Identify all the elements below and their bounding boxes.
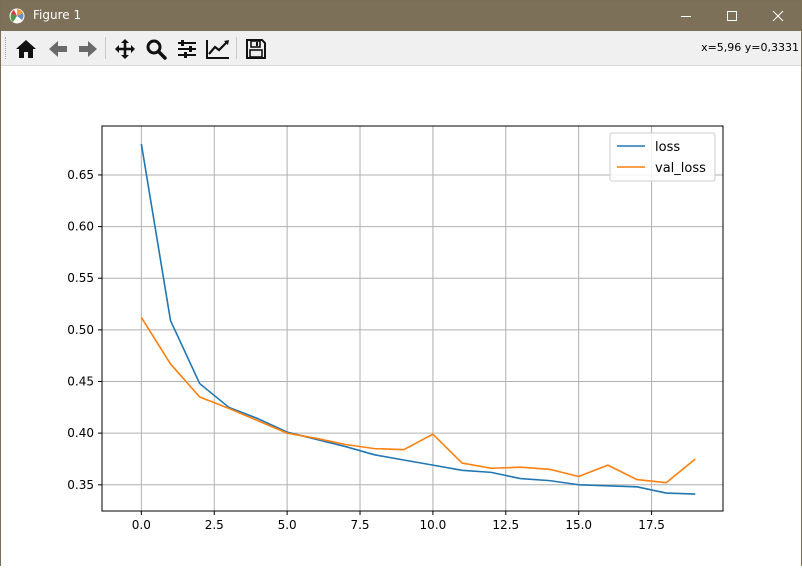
pan-button[interactable] [112,36,138,62]
toolbar-separator [105,37,106,59]
pan-icon [115,39,135,59]
zoom-button[interactable] [143,36,169,62]
x-tick-label: 0.0 [132,518,151,532]
y-tick-label: 0.60 [67,220,94,234]
plot-frame [101,125,724,512]
x-tick-label: 12.5 [492,518,519,532]
edit-axis-button[interactable] [205,36,231,62]
back-icon [49,41,67,57]
minimize-icon [681,16,691,17]
maximize-button[interactable] [709,1,755,31]
save-icon [246,39,266,59]
maximize-icon [727,11,737,21]
x-tick-label: 2.5 [205,518,224,532]
legend-label: val_loss [655,161,706,176]
y-tick-label: 0.55 [67,271,94,285]
legend-label: loss [655,140,680,155]
x-tick-label: 17.5 [638,518,665,532]
figure-canvas[interactable]: 0.0 2.5 5.0 7.5 10.0 12.5 15.0 17.5 0.35 0.40 0.45… [1,66,801,566]
forward-button[interactable] [75,36,101,62]
navigation-toolbar: x=5,96 y=0,3331 [1,31,801,66]
y-tick-label: 0.45 [67,374,94,388]
y-tick-label: 0.65 [67,168,94,182]
title-bar: Figure 1 [1,1,801,31]
home-icon [16,40,36,58]
y-tick-label: 0.35 [67,478,94,492]
toolbar-separator [236,37,237,59]
window-title: Figure 1 [33,8,82,22]
edit-axis-icon [206,40,229,59]
series-line-val-loss [140,317,696,484]
subplots-button[interactable] [174,36,200,62]
x-tick-label: 7.5 [350,518,369,532]
save-button[interactable] [243,36,269,62]
close-button[interactable] [755,1,801,31]
subplots-icon [178,40,196,58]
x-tick-label: 5.0 [278,518,297,532]
forward-icon [79,41,97,57]
toolbar-grip [5,37,8,59]
figure-window: Figure 1 x=5,96 y=0,3331 0.0 2.5 5.0 7.5… [0,0,802,566]
line-chart: 0.0 2.5 5.0 7.5 10.0 12.5 15.0 17.5 0.35 0.40 0.45… [67,125,724,532]
x-tick-label: 10.0 [420,518,447,532]
home-button[interactable] [13,36,39,62]
y-tick-label: 0.50 [67,323,94,337]
back-button[interactable] [45,36,71,62]
close-icon [772,10,784,22]
y-tick-label: 0.40 [67,426,94,440]
x-tick-label: 15.0 [565,518,592,532]
cursor-coordinates: x=5,96 y=0,3331 [701,41,799,54]
minimize-button[interactable] [663,1,709,31]
zoom-icon [146,39,167,60]
matplotlib-logo-icon [9,8,25,24]
